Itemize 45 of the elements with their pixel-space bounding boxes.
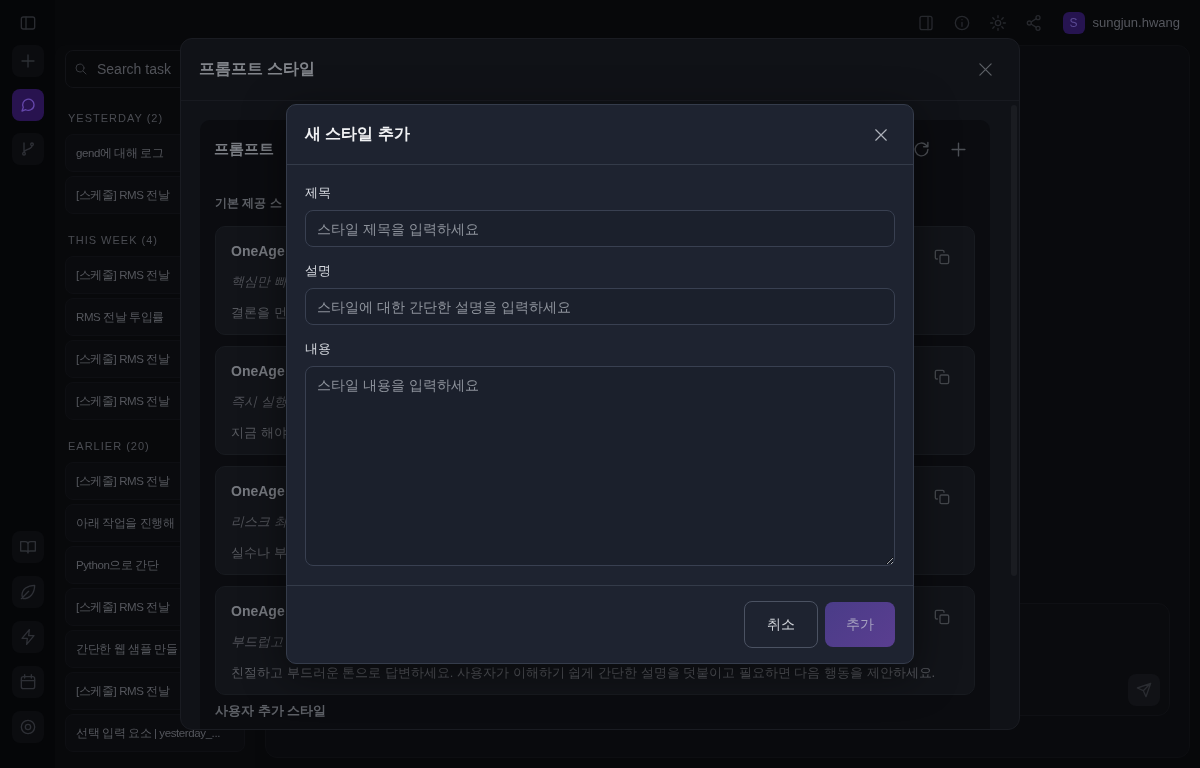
- send-button[interactable]: [1128, 674, 1160, 706]
- plus-icon: [19, 53, 36, 69]
- nav-button[interactable]: [11, 531, 44, 563]
- nav-button[interactable]: [11, 133, 44, 165]
- nav-button[interactable]: [11, 621, 44, 653]
- book-icon: [19, 539, 36, 555]
- settings-icon: [19, 719, 36, 735]
- chat-bubble-icon: [19, 97, 36, 113]
- text-area[interactable]: 스타일 내용을 입력하세요: [305, 366, 895, 566]
- copy-icon[interactable]: [934, 249, 950, 265]
- copy-icon[interactable]: [934, 369, 950, 385]
- info-icon[interactable]: [953, 14, 970, 31]
- section-header: EARLIER (20): [68, 440, 150, 452]
- field-label: 제목: [305, 184, 331, 202]
- cancel-button[interactable]: 취소: [744, 601, 818, 648]
- user-name: sungjun.hwang: [1092, 15, 1180, 30]
- nav-button[interactable]: [11, 666, 44, 698]
- nav-button[interactable]: [11, 89, 44, 121]
- nav-button[interactable]: [11, 711, 44, 743]
- nav-button[interactable]: [11, 45, 44, 77]
- refresh-icon[interactable]: [913, 140, 930, 158]
- user-avatar[interactable]: S: [1062, 11, 1085, 34]
- search-icon: [75, 63, 87, 75]
- section-header: THIS WEEK (4): [68, 234, 158, 246]
- plus-icon[interactable]: [950, 140, 967, 158]
- branch-icon: [19, 141, 36, 157]
- lightning-icon: [19, 629, 36, 645]
- field-label: 설명: [305, 262, 331, 280]
- section-header: YESTERDAY (2): [68, 112, 164, 124]
- copy-icon[interactable]: [934, 489, 950, 505]
- share-icon[interactable]: [1025, 14, 1042, 31]
- dialog-title: 새 스타일 추가: [305, 124, 410, 144]
- nav-button[interactable]: [11, 576, 44, 608]
- copy-icon[interactable]: [934, 609, 950, 625]
- text-input[interactable]: 스타일에 대한 간단한 설명을 입력하세요: [305, 288, 895, 325]
- text-input[interactable]: 스타일 제목을 입력하세요: [305, 210, 895, 247]
- sun-icon[interactable]: [989, 14, 1006, 31]
- leaf-icon: [19, 584, 36, 600]
- close-icon[interactable]: [874, 127, 888, 142]
- sidebar-toggle-icon[interactable]: [19, 14, 36, 31]
- calendar-icon: [19, 674, 36, 690]
- send-icon: [1136, 682, 1152, 698]
- field-label: 내용: [305, 340, 331, 358]
- panel-icon[interactable]: [917, 14, 934, 31]
- style-description: 지금 해야: [231, 425, 287, 440]
